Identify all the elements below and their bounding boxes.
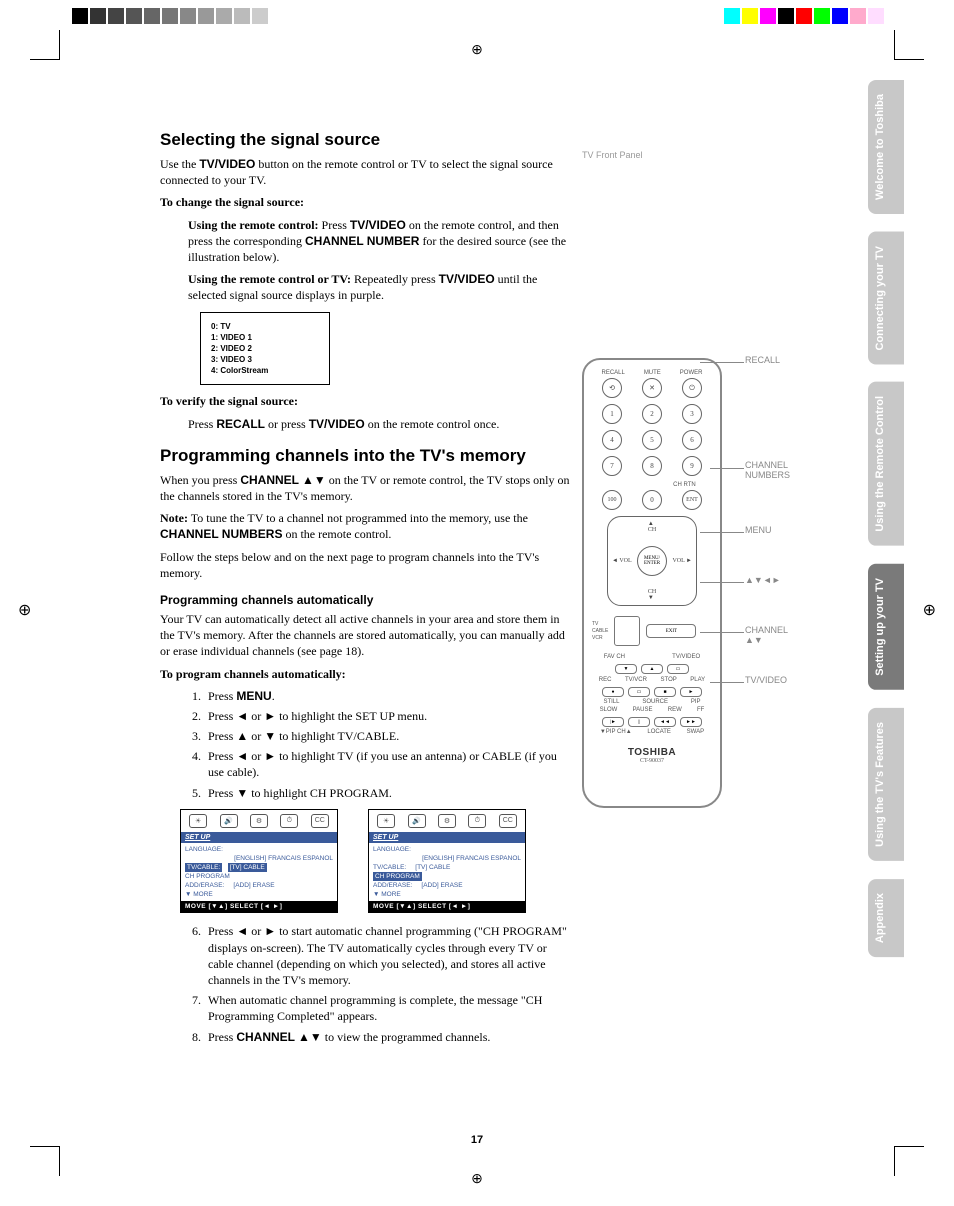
- registration-mark-top: ⊕: [471, 42, 483, 59]
- num-4: 4: [602, 430, 622, 450]
- heading-programming-channels: Programming channels into the TV's memor…: [160, 446, 570, 466]
- num-8: 8: [642, 456, 662, 476]
- num-100: 100: [602, 490, 622, 510]
- to-program-heading: To program channels automatically:: [160, 666, 570, 682]
- recall-button: ⟲: [602, 378, 622, 398]
- num-6: 6: [682, 430, 702, 450]
- power-button: ⏻: [682, 378, 702, 398]
- num-9: 9: [682, 456, 702, 476]
- chapter-tabs: Welcome to Toshiba Connecting your TV Us…: [868, 80, 904, 957]
- menu-screenshots: ☀🔊⚙⏱CC SET UP LANGUAGE: [ENGLISH] FRANCA…: [180, 809, 570, 914]
- callout-tvvideo: TV/VIDEO: [745, 675, 787, 685]
- crop-mark: [30, 30, 60, 60]
- crop-mark: [894, 1146, 924, 1176]
- step-2: Press ◄ or ► to highlight the SET UP men…: [204, 708, 570, 724]
- crop-mark: [894, 30, 924, 60]
- callout-channel-numbers: CHANNEL NUMBERS: [745, 460, 790, 480]
- step-1: Press MENU.: [204, 688, 570, 704]
- step-6: Press ◄ or ► to start automatic channel …: [204, 923, 570, 988]
- menu-tab-icon: 🔊: [220, 814, 238, 828]
- remote-model: CT-90037: [592, 758, 712, 764]
- menu-tab-icon: ⏱: [468, 814, 486, 828]
- menu-screen-1: ☀🔊⚙⏱CC SET UP LANGUAGE: [ENGLISH] FRANCA…: [180, 809, 338, 914]
- ent-button: ENT: [682, 490, 702, 510]
- intro-paragraph: Use the TV/VIDEO button on the remote co…: [160, 156, 570, 188]
- callout-channel: CHANNEL ▲▼: [745, 625, 788, 645]
- mute-button: ✕: [642, 378, 662, 398]
- dpad: ▲CH ◄ VOL VOL ► CH▼ MENU/ ENTER: [607, 516, 697, 606]
- tab-remote: Using the Remote Control: [868, 382, 904, 546]
- tab-setting-up: Setting up your TV: [868, 564, 904, 690]
- step-5: Press ▼ to highlight CH PROGRAM.: [204, 785, 570, 801]
- menu-tab-icon: ☀: [377, 814, 395, 828]
- programming-follow: Follow the steps below and on the next p…: [160, 549, 570, 581]
- tv-front-panel-label: TV Front Panel: [582, 150, 812, 160]
- step-4: Press ◄ or ► to highlight TV (if you use…: [204, 748, 570, 780]
- programming-note: Note: To tune the TV to a channel not pr…: [160, 510, 570, 542]
- page-number: 17: [471, 1134, 483, 1146]
- callout-arrows: ▲▼◄►: [745, 575, 781, 585]
- tvvideo-button: ▭: [667, 664, 689, 674]
- num-5: 5: [642, 430, 662, 450]
- subheading-auto-programming: Programming channels automatically: [160, 593, 570, 607]
- programming-intro-1: When you press CHANNEL ▲▼ on the TV or r…: [160, 472, 570, 504]
- exit-button: EXIT: [646, 624, 696, 638]
- registration-mark-bottom: ⊕: [471, 1171, 483, 1188]
- menu-tab-icon: CC: [311, 814, 329, 828]
- tab-connecting: Connecting your TV: [868, 232, 904, 365]
- auto-programming-desc: Your TV can automatically detect all act…: [160, 611, 570, 660]
- steps-list-continued: Press ◄ or ► to start automatic channel …: [204, 923, 570, 1044]
- menu-tab-icon: 🔊: [408, 814, 426, 828]
- signal-source-list-box: 0: TV 1: VIDEO 1 2: VIDEO 2 3: VIDEO 3 4…: [200, 312, 330, 386]
- menu-tab-icon: ☀: [189, 814, 207, 828]
- num-2: 2: [642, 404, 662, 424]
- menu-tab-icon: ⚙: [250, 814, 268, 828]
- callout-recall: RECALL: [745, 355, 780, 365]
- menu-tab-icon: CC: [499, 814, 517, 828]
- crop-mark: [30, 1146, 60, 1176]
- step-7: When automatic channel programming is co…: [204, 992, 570, 1024]
- num-0: 0: [642, 490, 662, 510]
- step-3: Press ▲ or ▼ to highlight TV/CABLE.: [204, 728, 570, 744]
- verify-paragraph: Press RECALL or press TV/VIDEO on the re…: [188, 416, 570, 432]
- to-change-heading: To change the signal source:: [160, 194, 570, 210]
- menu-tab-icon: ⏱: [280, 814, 298, 828]
- remote-brand: TOSHIBA: [592, 747, 712, 758]
- num-3: 3: [682, 404, 702, 424]
- num-1: 1: [602, 404, 622, 424]
- step-8: Press CHANNEL ▲▼ to view the programmed …: [204, 1029, 570, 1045]
- tab-welcome: Welcome to Toshiba: [868, 80, 904, 214]
- heading-signal-source: Selecting the signal source: [160, 130, 570, 150]
- mode-switch: [614, 616, 640, 646]
- tab-appendix: Appendix: [868, 879, 904, 957]
- steps-list: Press MENU. Press ◄ or ► to highlight th…: [204, 688, 570, 801]
- num-7: 7: [602, 456, 622, 476]
- menu-tab-icon: ⚙: [438, 814, 456, 828]
- side-registration-left: ⊕: [18, 600, 31, 620]
- print-color-bars: [0, 8, 954, 28]
- remote-control-diagram: RECALL MUTE POWER ⟲ ✕ ⏻ 1 2 3 4 5 6 7 8 …: [582, 358, 722, 808]
- menu-screen-2: ☀🔊⚙⏱CC SET UP LANGUAGE: [ENGLISH] FRANCA…: [368, 809, 526, 914]
- menu-enter-button: MENU/ ENTER: [637, 546, 667, 576]
- side-registration-right: ⊕: [923, 600, 936, 620]
- using-remote-paragraph: Using the remote control: Press TV/VIDEO…: [188, 217, 570, 266]
- fav-down: ▼: [615, 664, 637, 674]
- using-remote-or-tv-paragraph: Using the remote control or TV: Repeated…: [188, 271, 570, 303]
- tab-features: Using the TV's Features: [868, 708, 904, 861]
- to-verify-heading: To verify the signal source:: [160, 393, 570, 409]
- callout-menu: MENU: [745, 525, 772, 535]
- main-content: Selecting the signal source Use the TV/V…: [160, 130, 570, 1049]
- fav-up: ▲: [641, 664, 663, 674]
